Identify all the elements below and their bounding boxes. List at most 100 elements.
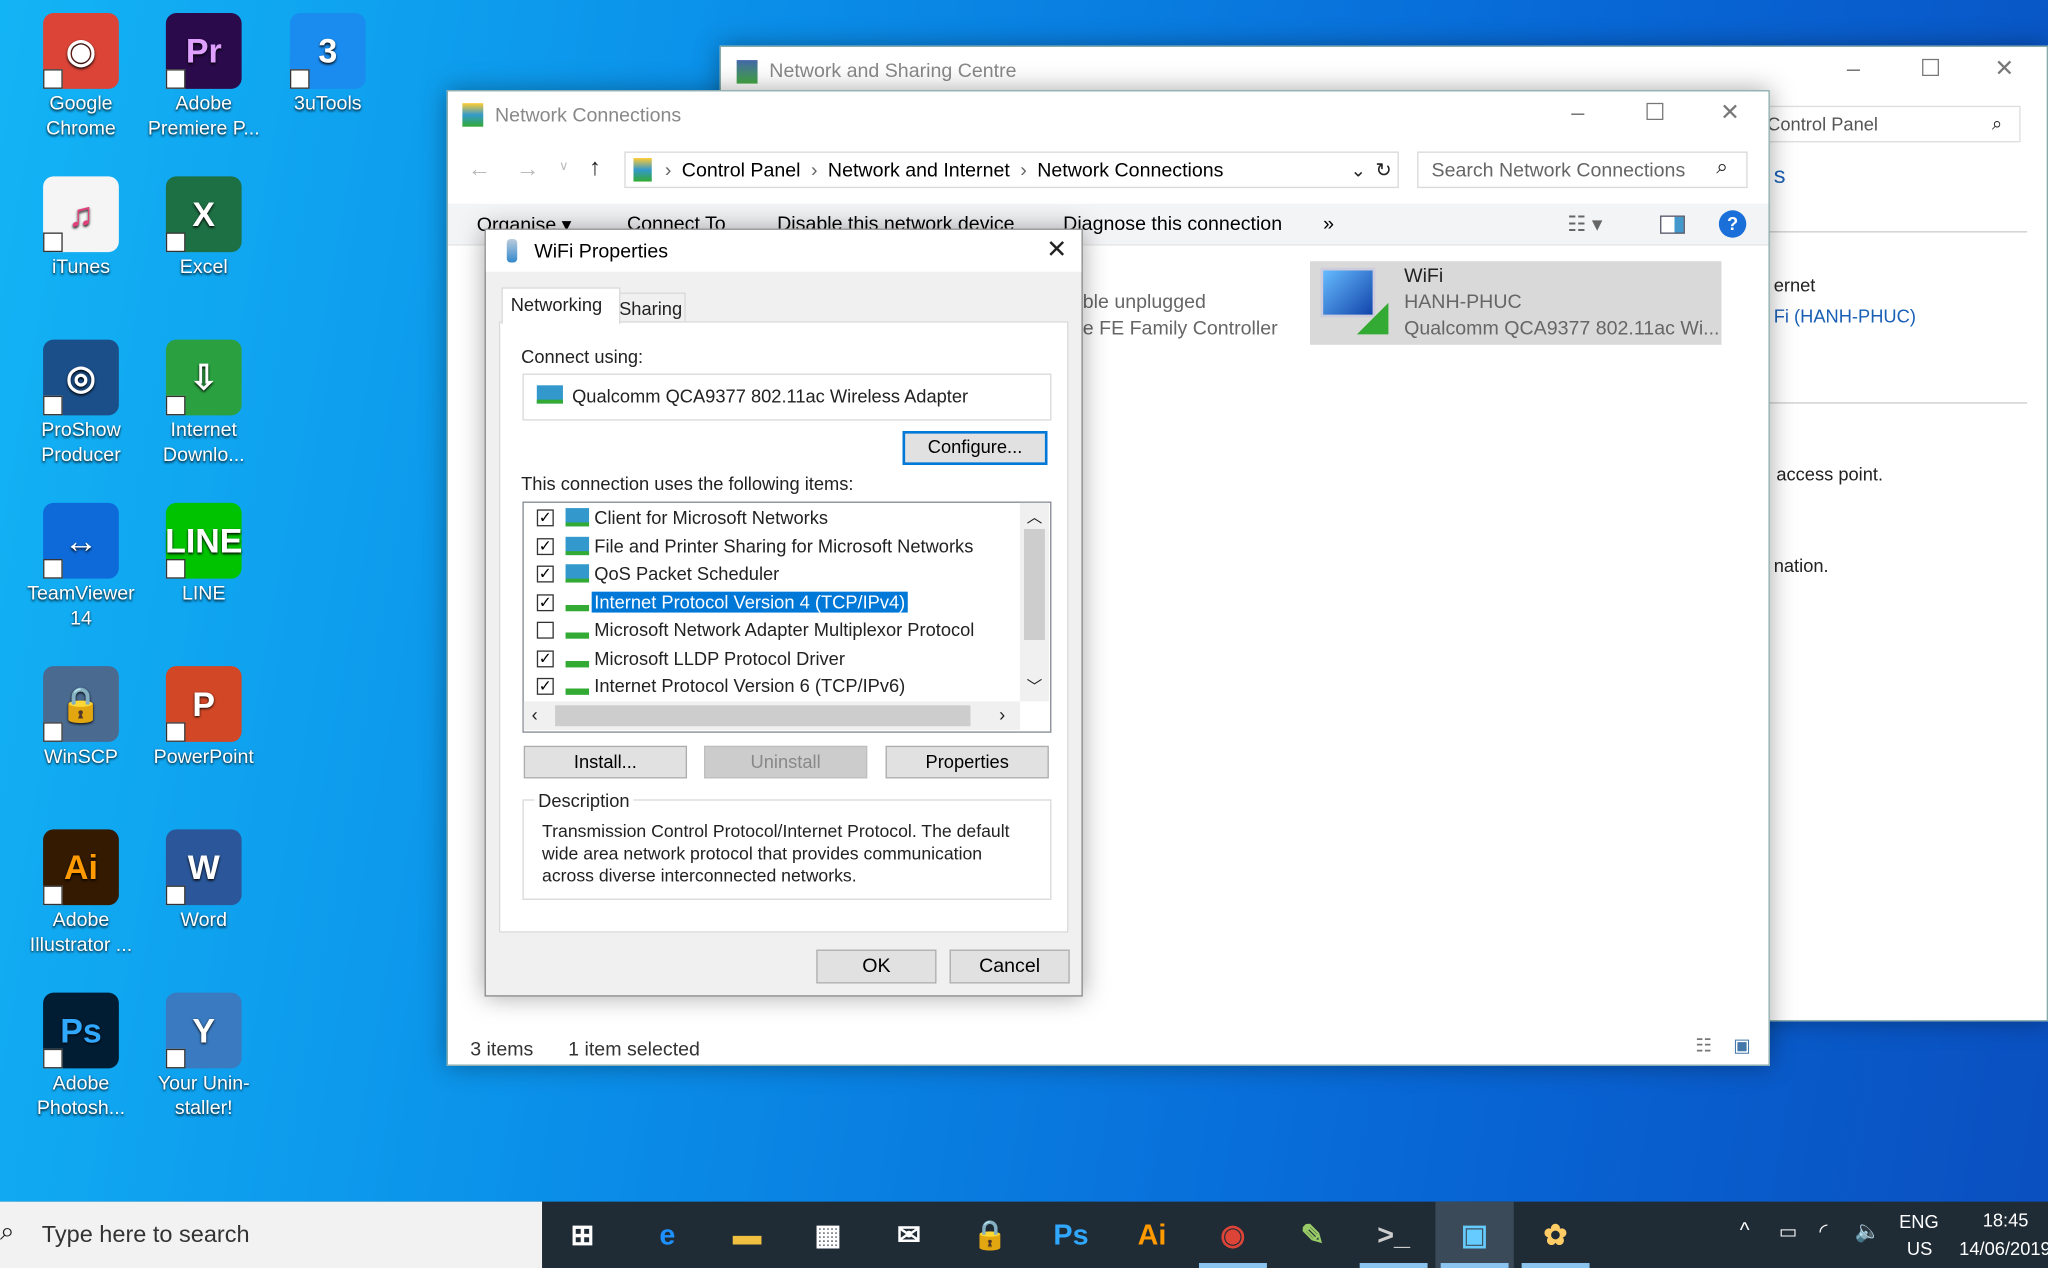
- close-button[interactable]: ✕: [1046, 235, 1067, 265]
- desktop-icon[interactable]: ♫ iTunes: [18, 176, 143, 279]
- list-item[interactable]: QoS Packet Scheduler: [592, 563, 782, 584]
- preview-pane-icon[interactable]: [1660, 215, 1685, 234]
- desktop-icon[interactable]: Y Your Unin-staller!: [141, 992, 266, 1121]
- battery-icon[interactable]: ▭: [1779, 1220, 1798, 1243]
- vertical-scrollbar[interactable]: ︿ ﹀: [1020, 502, 1049, 702]
- cmd-icon[interactable]: >_: [1368, 1209, 1420, 1261]
- minimize-button[interactable]: –: [1847, 55, 1860, 82]
- minimize-button[interactable]: –: [1571, 99, 1584, 126]
- search-input[interactable]: Search Network Connections ⌕: [1417, 151, 1748, 189]
- list-item[interactable]: Internet Protocol Version 4 (TCP/IPv4): [591, 591, 908, 612]
- clock-date[interactable]: 14/06/2019: [1959, 1238, 2048, 1259]
- scroll-left-icon[interactable]: ‹: [532, 704, 538, 725]
- close-button[interactable]: ✕: [1994, 55, 2014, 82]
- show-hidden-icons[interactable]: ^: [1740, 1220, 1750, 1244]
- wifi-connection-tile[interactable]: WiFi HANH-PHUC Qualcomm QCA9377 802.11ac…: [1310, 261, 1722, 345]
- breadcrumb-item[interactable]: Network Connections: [1037, 159, 1223, 181]
- desktop-icon[interactable]: ◉ Google Chrome: [18, 13, 143, 141]
- close-button[interactable]: ✕: [1720, 99, 1740, 126]
- list-item[interactable]: Microsoft LLDP Protocol Driver: [592, 647, 848, 668]
- scroll-thumb[interactable]: [1023, 528, 1045, 640]
- clock-time[interactable]: 18:45: [1983, 1209, 2029, 1230]
- up-button[interactable]: ↑: [589, 154, 601, 181]
- maximize-button[interactable]: ☐: [1920, 55, 1941, 82]
- item-checkbox[interactable]: [536, 621, 554, 639]
- search-input[interactable]: Control Panel ⌕: [1752, 105, 2021, 143]
- mail-icon[interactable]: ✉: [883, 1209, 935, 1261]
- chrome-icon[interactable]: ◉: [1207, 1209, 1259, 1261]
- item-checkbox[interactable]: ✓: [536, 677, 554, 695]
- address-bar[interactable]: › Control Panel › Network and Internet › Netw…: [624, 151, 1399, 189]
- desktop-icon[interactable]: Ps Adobe Photosh...: [18, 992, 143, 1121]
- cancel-button[interactable]: Cancel: [949, 949, 1070, 984]
- item-checkbox[interactable]: ✓: [536, 650, 554, 667]
- recent-dropdown[interactable]: ∨: [559, 159, 569, 173]
- list-item[interactable]: Microsoft Network Adapter Multiplexor Pr…: [592, 619, 977, 640]
- input-language[interactable]: ENG: [1899, 1211, 1939, 1232]
- breadcrumb-item[interactable]: Control Panel: [682, 159, 801, 181]
- tab-sharing[interactable]: Sharing: [612, 292, 686, 323]
- configure-button[interactable]: Configure...: [902, 431, 1048, 465]
- desktop-icon[interactable]: LINE LINE: [141, 502, 266, 606]
- maximize-button[interactable]: ☐: [1644, 99, 1665, 126]
- refresh-button[interactable]: ↻: [1375, 158, 1391, 181]
- paint-icon[interactable]: ✿: [1529, 1209, 1581, 1261]
- command-button[interactable]: Diagnose this connection: [1063, 213, 1282, 235]
- control-panel-icon[interactable]: ▣: [1448, 1209, 1500, 1261]
- store-icon[interactable]: ▦: [802, 1209, 854, 1261]
- breadcrumb-separator-icon[interactable]: ›: [1020, 159, 1027, 181]
- edge-icon[interactable]: e: [641, 1209, 693, 1261]
- list-item[interactable]: File and Printer Sharing for Microsoft N…: [592, 535, 976, 556]
- back-button[interactable]: ←: [468, 155, 492, 182]
- desktop-icon[interactable]: ↔ TeamViewer 14: [18, 502, 143, 631]
- desktop-icon[interactable]: W Word: [141, 829, 266, 932]
- hscroll-thumb[interactable]: [555, 705, 971, 727]
- desktop-icon[interactable]: ⇩ Internet Downlo...: [141, 339, 266, 468]
- input-region[interactable]: US: [1907, 1238, 1932, 1259]
- desktop-icon[interactable]: ◎ ProShow Producer: [18, 339, 143, 468]
- install-button[interactable]: Install...: [523, 745, 688, 779]
- app-icon: ◉: [43, 13, 119, 89]
- desktop-icon[interactable]: Ai Adobe Illustrator ...: [18, 829, 143, 957]
- desktop-icon[interactable]: P PowerPoint: [141, 666, 266, 769]
- item-checkbox[interactable]: ✓: [536, 566, 554, 583]
- scroll-down-icon[interactable]: ﹀: [1027, 675, 1043, 697]
- tiles-view-button[interactable]: ▣: [1733, 1034, 1750, 1056]
- item-checkbox[interactable]: ✓: [536, 537, 554, 555]
- items-list[interactable]: ✓ Client for Microsoft Networks ✓ File and …: [522, 501, 1052, 733]
- desktop-icon[interactable]: X Excel: [141, 176, 266, 279]
- volume-icon[interactable]: 🔈: [1855, 1219, 1881, 1245]
- scroll-right-icon[interactable]: ›: [999, 704, 1005, 725]
- task-view-icon[interactable]: ⊞: [556, 1209, 608, 1261]
- file-explorer-icon[interactable]: ▬: [721, 1209, 773, 1261]
- address-dropdown[interactable]: ⌄: [1351, 159, 1366, 181]
- horizontal-scrollbar[interactable]: ‹ ›: [523, 701, 1021, 731]
- desktop-icon[interactable]: Pr Adobe Premiere P...: [141, 13, 266, 141]
- properties-button[interactable]: Properties: [885, 745, 1049, 779]
- list-item[interactable]: Internet Protocol Version 6 (TCP/IPv6): [592, 675, 908, 696]
- wifi-connection-link[interactable]: Fi (HANH-PHUC): [1774, 306, 1916, 327]
- breadcrumb-separator-icon[interactable]: ›: [665, 159, 672, 181]
- wifi-icon[interactable]: ◜: [1819, 1219, 1827, 1245]
- taskbar-search[interactable]: ⌕ Type here to search: [0, 1201, 543, 1268]
- desktop-icon[interactable]: 🔒 WinSCP: [18, 666, 143, 769]
- breadcrumb-separator-icon[interactable]: ›: [811, 159, 818, 181]
- change-view-icon[interactable]: ☷ ▾: [1567, 212, 1602, 238]
- scroll-up-icon[interactable]: ︿: [1027, 505, 1043, 527]
- list-item[interactable]: Client for Microsoft Networks: [592, 507, 831, 528]
- photoshop-icon[interactable]: Ps: [1045, 1209, 1097, 1261]
- tab-networking[interactable]: Networking: [501, 287, 621, 324]
- wifi-properties-dialog[interactable]: WiFi Properties ✕ Networking Sharing Con…: [484, 228, 1083, 997]
- forward-button[interactable]: →: [516, 155, 540, 182]
- ok-button[interactable]: OK: [816, 949, 937, 984]
- notepad-icon[interactable]: ✎: [1287, 1209, 1339, 1261]
- item-checkbox[interactable]: ✓: [536, 509, 554, 527]
- desktop-icon[interactable]: 3 3uTools: [265, 13, 390, 116]
- help-icon[interactable]: ?: [1718, 210, 1747, 238]
- command-button[interactable]: »: [1323, 213, 1334, 235]
- winscp-icon[interactable]: 🔒: [964, 1209, 1016, 1261]
- item-checkbox[interactable]: ✓: [536, 593, 554, 611]
- breadcrumb-item[interactable]: Network and Internet: [828, 159, 1010, 181]
- illustrator-icon[interactable]: Ai: [1126, 1209, 1178, 1261]
- details-view-button[interactable]: ☷: [1695, 1034, 1711, 1056]
